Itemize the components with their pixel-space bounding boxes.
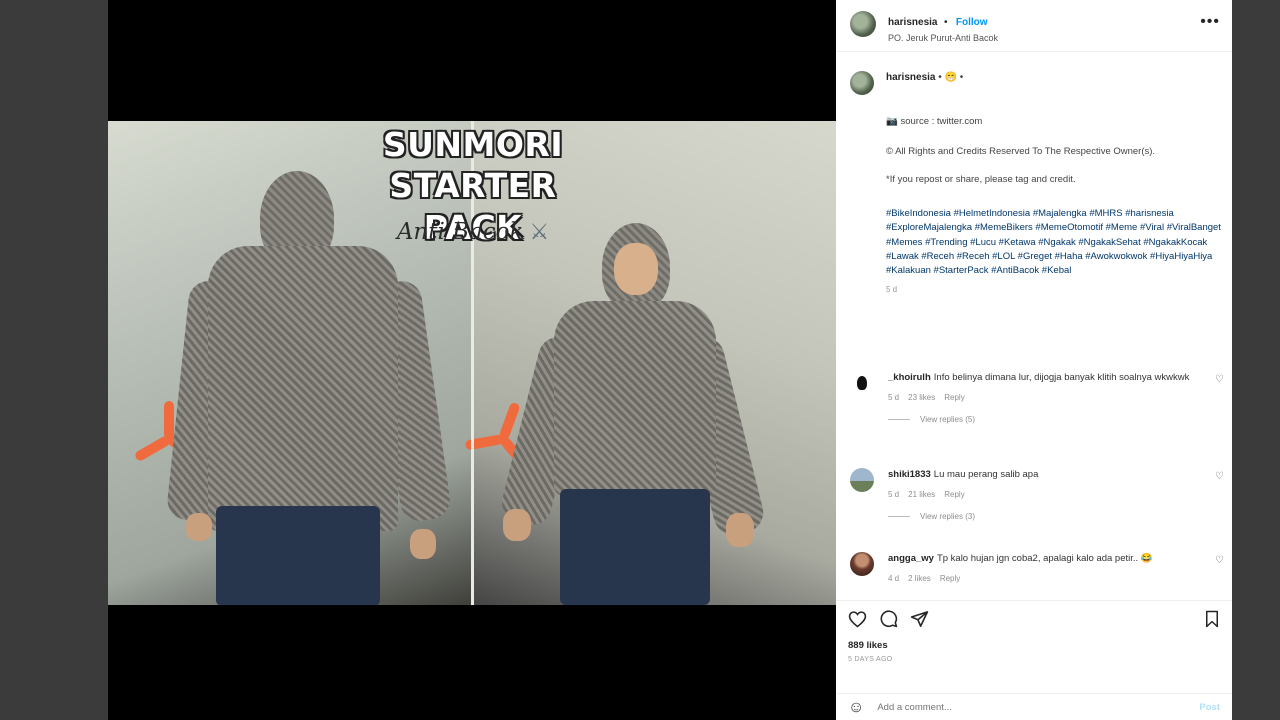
bookmark-icon[interactable] [1204, 610, 1220, 633]
post-location[interactable]: PO. Jeruk Purut-Anti Bacok [888, 33, 1200, 43]
author-username[interactable]: harisnesia [888, 17, 937, 28]
reply-button[interactable]: Reply [944, 393, 964, 402]
comment-like-icon[interactable]: ♡ [1215, 374, 1224, 385]
comment-likes[interactable]: 21 likes [908, 490, 935, 499]
comment-item: shiki1833 Lu mau perang salib apa 5 d 21 l… [850, 468, 1224, 521]
author-avatar[interactable] [850, 11, 876, 37]
more-options-icon[interactable]: ••• [1200, 14, 1220, 30]
post-comment-button[interactable]: Post [1199, 702, 1220, 713]
caption-username[interactable]: harisnesia [886, 72, 935, 83]
commenter-username[interactable]: shiki1833 [888, 469, 931, 480]
heart-outline-icon[interactable] [848, 610, 867, 633]
post-media[interactable]: SUNMORI STARTER PACK Anti Bacok ⚔ [108, 0, 836, 720]
reply-button[interactable]: Reply [940, 574, 960, 583]
commenter-avatar[interactable] [850, 371, 874, 395]
caption-time: 5 d [886, 285, 898, 295]
grin-emoji-icon: 😁 [944, 72, 958, 83]
overlay-subtitle: Anti Bacok ⚔ [396, 219, 550, 245]
comments-scroll-area[interactable]: harisnesia • 😁 • 📷 source : twitter.com … [836, 64, 1232, 600]
emoji-picker-icon[interactable]: ☺ [848, 699, 864, 717]
post-photo: SUNMORI STARTER PACK Anti Bacok ⚔ [108, 121, 836, 605]
caption-repost-note: *If you repost or share, please tag and … [886, 174, 1076, 185]
view-replies-button[interactable]: View replies (5) [888, 415, 1194, 424]
comment-like-icon[interactable]: ♡ [1215, 555, 1224, 566]
likes-count[interactable]: 889 likes [848, 640, 1220, 651]
comment-text: Info belinya dimana lur, dijogja banyak … [933, 372, 1190, 383]
add-comment-bar: ☺ Post [836, 693, 1232, 720]
caption-avatar[interactable] [850, 71, 874, 95]
reply-button[interactable]: Reply [944, 490, 964, 499]
post-header: harisnesia • Follow PO. Jeruk Purut-Anti… [836, 0, 1232, 52]
caption: harisnesia • 😁 • 📷 source : twitter.com … [836, 64, 1232, 297]
commenter-avatar[interactable] [850, 468, 874, 492]
sword-icon: ⚔ [529, 220, 550, 245]
caption-hashtags[interactable]: #BikeIndonesia #HelmetIndonesia #Majalen… [886, 207, 1221, 278]
comment-like-icon[interactable]: ♡ [1215, 471, 1224, 482]
post-sidebar: harisnesia • Follow PO. Jeruk Purut-Anti… [836, 0, 1232, 720]
paper-plane-icon[interactable] [910, 610, 929, 633]
comment-item: angga_wy Tp kalo hujan jgn coba2, apalagi… [850, 552, 1224, 583]
follow-button[interactable]: Follow [956, 17, 988, 28]
comment-likes[interactable]: 23 likes [908, 393, 935, 402]
post-timestamp: 5 DAYS AGO [848, 656, 893, 663]
commenter-username[interactable]: angga_wy [888, 553, 934, 564]
caption-source: 📷 source : twitter.com [886, 116, 983, 127]
add-comment-input[interactable] [877, 702, 1178, 713]
caption-rights: © All Rights and Credits Reserved To The… [886, 146, 1156, 157]
comment-bubble-icon[interactable] [879, 609, 898, 633]
commenter-username[interactable]: _khoirulh [888, 372, 931, 383]
post-actions: 889 likes 5 DAYS AGO ☺ Post [836, 600, 1232, 720]
view-replies-button[interactable]: View replies (3) [888, 512, 1194, 521]
comment-item: _khoirulh Info belinya dimana lur, dijogj… [850, 371, 1224, 424]
comment-text: Lu mau perang salib apa [933, 469, 1039, 480]
post-modal: SUNMORI STARTER PACK Anti Bacok ⚔ harisne… [108, 0, 1232, 720]
comment-likes[interactable]: 2 likes [908, 574, 931, 583]
commenter-avatar[interactable] [850, 552, 874, 576]
comment-text: Tp kalo hujan jgn coba2, apalagi kalo ad… [936, 553, 1153, 564]
